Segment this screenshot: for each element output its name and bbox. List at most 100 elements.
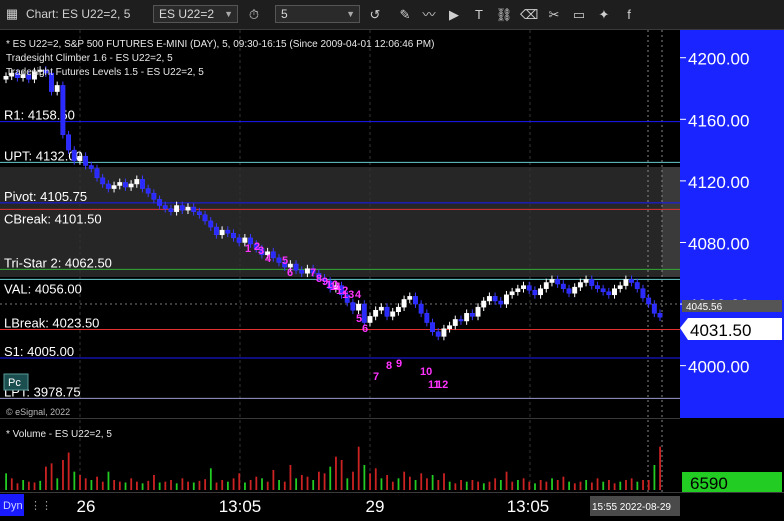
volume-bar — [141, 483, 144, 490]
volume-bar — [363, 465, 366, 490]
candle-body — [413, 296, 418, 305]
level-label: Tri-Star 2: 4062.50 — [4, 255, 112, 270]
volume-bar — [255, 476, 258, 490]
candle-body — [128, 183, 134, 188]
candle-body — [560, 283, 566, 289]
count-label: 9 — [396, 358, 402, 370]
volume-bar — [573, 483, 576, 490]
candle-body — [111, 185, 117, 189]
candle-body — [202, 214, 208, 222]
volume-bar — [278, 480, 280, 490]
candle-body — [617, 285, 623, 289]
count-label: 5 — [282, 255, 288, 267]
candle-body — [435, 331, 441, 337]
volume-bar — [443, 473, 445, 490]
candle-body — [71, 149, 77, 162]
volume-bar — [522, 478, 525, 490]
level-label: S1: 4005.00 — [4, 344, 74, 359]
candle-body — [293, 263, 299, 271]
candle-body — [157, 199, 162, 206]
volume-bar — [226, 481, 229, 490]
candle-body — [452, 319, 458, 326]
candle-body — [77, 156, 83, 162]
candle-body — [196, 211, 202, 216]
level-label: UPT: 4132.00 — [4, 148, 83, 163]
volume-bar — [283, 481, 286, 490]
candle-body — [225, 229, 231, 234]
volume-bar — [295, 478, 298, 490]
volume-bar — [289, 465, 292, 490]
candle-body — [555, 279, 561, 285]
candle-body — [378, 306, 384, 311]
volume-bar — [630, 478, 633, 490]
dyn-label: Dyn — [3, 500, 23, 512]
candle-body — [94, 168, 100, 179]
header-line-3: Tradesight Futures Levels 1.5 - ES U22=2… — [6, 67, 204, 78]
candle-body — [213, 226, 219, 236]
level-label: LBreak: 4023.50 — [4, 315, 99, 330]
volume-bar — [403, 471, 406, 490]
candle-body — [174, 205, 180, 212]
volume-bar — [198, 480, 201, 490]
candle-body — [407, 296, 413, 300]
level-label: VAL: 4056.00 — [4, 281, 82, 296]
x-tick-label: 13:05 — [219, 497, 262, 516]
count-label: 10 — [420, 366, 432, 378]
volume-bar — [73, 471, 76, 490]
time-axis — [0, 492, 680, 521]
candle-body — [367, 316, 373, 323]
candle-body — [566, 288, 572, 294]
volume-bar — [357, 446, 360, 490]
candle-body — [492, 296, 498, 302]
candle-body — [629, 279, 635, 283]
candle-body — [418, 303, 424, 314]
candle-body — [356, 303, 362, 311]
volume-bar — [414, 480, 417, 490]
volume-bar — [585, 480, 588, 490]
volume-bar — [465, 481, 468, 490]
volume-bar — [499, 480, 502, 490]
volume-bar — [147, 480, 150, 490]
candle-body — [162, 205, 168, 209]
volume-bar — [386, 475, 389, 490]
candle-body — [390, 311, 396, 317]
volume-bar — [340, 460, 343, 490]
candle-body — [350, 302, 356, 311]
copyright: © eSignal, 2022 — [6, 407, 70, 417]
candle-body — [122, 182, 128, 188]
count-label: 7 — [373, 371, 379, 383]
candle-body — [572, 286, 578, 294]
candle-body — [236, 237, 242, 243]
candle-body — [83, 156, 89, 166]
volume-bar — [534, 483, 536, 490]
level-label: Pivot: 4105.75 — [4, 189, 87, 204]
volume-bar — [300, 475, 303, 490]
volume-bar — [636, 481, 639, 490]
candle-body — [304, 268, 310, 274]
volume-bar — [608, 480, 610, 490]
volume-bar — [397, 478, 400, 490]
volume-bar — [562, 476, 565, 490]
volume-bar — [659, 446, 661, 490]
volume-bar — [556, 480, 559, 490]
volume-bar — [613, 483, 616, 490]
volume-bar — [488, 481, 491, 490]
volume-bar — [238, 473, 241, 490]
candle-body — [521, 285, 526, 289]
volume-bar — [619, 481, 622, 490]
marker-price: 4045.56 — [686, 302, 723, 313]
candle-body — [543, 282, 549, 289]
volume-bar — [187, 481, 189, 490]
candle-body — [600, 288, 606, 292]
candle-body — [606, 291, 612, 296]
volume-bar — [505, 471, 508, 490]
candle-body — [424, 313, 430, 323]
count-label: 12 — [436, 379, 448, 391]
last-price: 4031.50 — [690, 321, 751, 340]
volume-bar — [323, 473, 326, 490]
header-line-2: Tradesight Climber 1.6 - ES U22=2, 5 — [6, 53, 173, 64]
volume-bar — [10, 478, 13, 490]
volume-bar — [136, 481, 138, 490]
volume-bar — [374, 468, 377, 490]
candle-body — [651, 303, 657, 314]
